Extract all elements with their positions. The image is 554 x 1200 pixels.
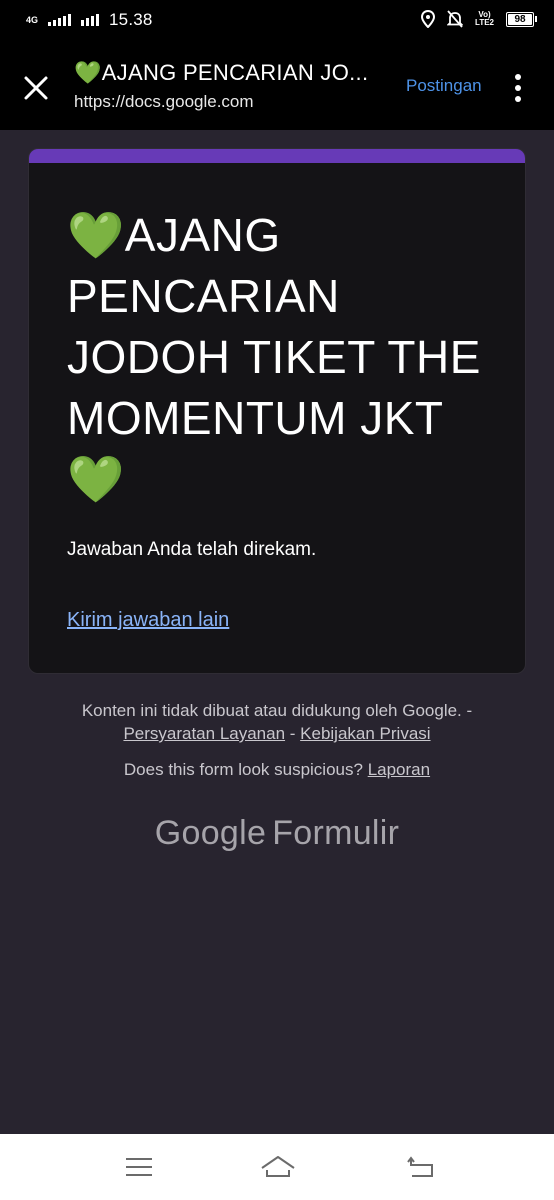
volte-icon: Vo) LTE2 xyxy=(475,10,494,27)
brand-product: Formulir xyxy=(272,814,400,852)
home-icon[interactable] xyxy=(259,1152,297,1182)
close-icon[interactable] xyxy=(20,72,52,104)
brand-google: Google xyxy=(154,814,267,852)
page-title: 💚AJANG PENCARIAN JO... xyxy=(74,60,369,85)
confirmation-message: Jawaban Anda telah direkam. xyxy=(67,539,317,560)
status-left: 4G 15.38 xyxy=(26,10,153,30)
google-forms-logo[interactable]: Google Formulir xyxy=(0,814,554,853)
clock: 15.38 xyxy=(109,10,153,29)
page-url: https://docs.google.com xyxy=(74,92,254,111)
terms-link[interactable]: Persyaratan Layanan xyxy=(123,724,285,743)
postingan-button[interactable]: Postingan xyxy=(406,76,482,96)
app-bar: 💚AJANG PENCARIAN JO... https://docs.goog… xyxy=(0,44,554,130)
status-right: Vo) LTE2 98 xyxy=(421,10,537,28)
back-icon[interactable] xyxy=(404,1152,438,1182)
battery-level: 98 xyxy=(514,13,526,25)
form-title: 💚AJANG PENCARIAN JODOH TIKET THE MOMENTU… xyxy=(67,209,481,505)
card-accent-bar xyxy=(29,149,525,163)
disclaimer-text: Konten ini tidak dibuat atau didukung ol… xyxy=(81,701,473,720)
battery-icon: 98 xyxy=(506,11,537,27)
form-card: 💚AJANG PENCARIAN JODOH TIKET THE MOMENTU… xyxy=(28,148,526,674)
report-link[interactable]: Laporan xyxy=(368,760,430,779)
location-icon xyxy=(421,10,436,28)
network-type: 4G xyxy=(26,15,39,25)
signal-icon-2 xyxy=(81,14,100,26)
status-bar: 4G 15.38 Vo) LTE2 98 xyxy=(0,0,554,44)
link-separator: - xyxy=(285,724,301,743)
suspicious-text: Does this form look suspicious? xyxy=(123,760,368,779)
privacy-link[interactable]: Kebijakan Privasi xyxy=(300,724,430,743)
policy-links: Persyaratan Layanan - Kebijakan Privasi xyxy=(0,722,554,745)
submit-another-link[interactable]: Kirim jawaban lain xyxy=(67,609,229,632)
menu-icon[interactable] xyxy=(122,1152,156,1182)
more-vert-icon[interactable] xyxy=(510,72,526,104)
disclaimer: Konten ini tidak dibuat atau didukung ol… xyxy=(0,699,554,745)
suspicious-notice: Does this form look suspicious? Laporan xyxy=(0,760,554,780)
navigation-bar xyxy=(0,1134,554,1200)
signal-icon xyxy=(48,14,72,26)
title-block: 💚AJANG PENCARIAN JO... https://docs.goog… xyxy=(74,60,384,112)
mute-icon xyxy=(447,10,464,28)
